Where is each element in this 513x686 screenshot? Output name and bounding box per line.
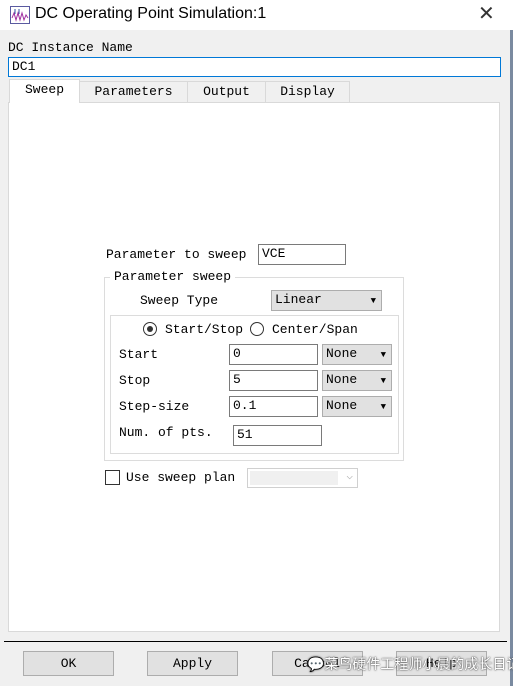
stop-input[interactable]: 5 [229,370,318,391]
start-input[interactable]: 0 [229,344,318,365]
apply-button[interactable]: Apply [147,651,238,676]
stop-label: Stop [119,373,151,388]
dropdown-arrow-icon: ▼ [380,402,386,412]
sweep-type-value: Linear [275,292,322,307]
start-unit-value: None [326,346,358,361]
dropdown-arrow-icon: ▼ [380,350,386,360]
separator [4,641,507,642]
tab-display[interactable]: Display [265,81,350,102]
start-stop-label: Start/Stop [165,322,244,337]
start-unit-select[interactable]: None ▼ [322,344,392,365]
chevron-down-icon: ⌵ [346,469,353,482]
sweep-type-label: Sweep Type [140,293,219,308]
waveform-icon [10,6,30,24]
center-span-radio[interactable] [250,322,264,336]
watermark: 💬菜鸟硬件工程师小晨的成长日记 [307,654,513,674]
num-pts-label: Num. of pts. [119,425,213,440]
chat-bubble-icon: 💬 [307,657,325,673]
use-sweep-plan-checkbox[interactable] [105,470,120,485]
step-size-input[interactable]: 0.1 [229,396,318,417]
use-sweep-plan-label: Use sweep plan [126,470,236,485]
parameter-sweep-legend: Parameter sweep [110,269,236,284]
sweep-plan-select[interactable]: ⌵ [247,468,358,488]
watermark-text: 菜鸟硬件工程师小晨的成长日记 [324,657,513,673]
sweep-plan-value [250,471,338,485]
instance-name-label: DC Instance Name [8,40,133,55]
instance-name-input[interactable]: DC1 [8,57,501,77]
title-bar: DC Operating Point Simulation:1 ✕ [0,0,513,30]
start-stop-radio[interactable] [143,322,157,336]
window-title: DC Operating Point Simulation:1 [35,5,267,22]
tab-output[interactable]: Output [187,81,266,102]
ok-button[interactable]: OK [23,651,114,676]
tab-sweep[interactable]: Sweep [9,79,80,103]
center-span-label: Center/Span [272,322,358,337]
start-label: Start [119,347,159,362]
parameter-to-sweep-input[interactable]: VCE [258,244,346,265]
dropdown-arrow-icon: ▼ [380,376,386,386]
tab-parameters[interactable]: Parameters [79,81,188,102]
parameter-to-sweep-label: Parameter to sweep [106,247,247,262]
step-size-label: Step-size [119,399,190,414]
step-size-unit-value: None [326,398,358,413]
step-size-unit-select[interactable]: None ▼ [322,396,392,417]
stop-unit-select[interactable]: None ▼ [322,370,392,391]
num-pts-input[interactable]: 51 [233,425,322,446]
dropdown-arrow-icon: ▼ [370,296,376,306]
sweep-type-select[interactable]: Linear ▼ [271,290,382,311]
close-icon[interactable]: ✕ [478,1,495,25]
stop-unit-value: None [326,372,358,387]
